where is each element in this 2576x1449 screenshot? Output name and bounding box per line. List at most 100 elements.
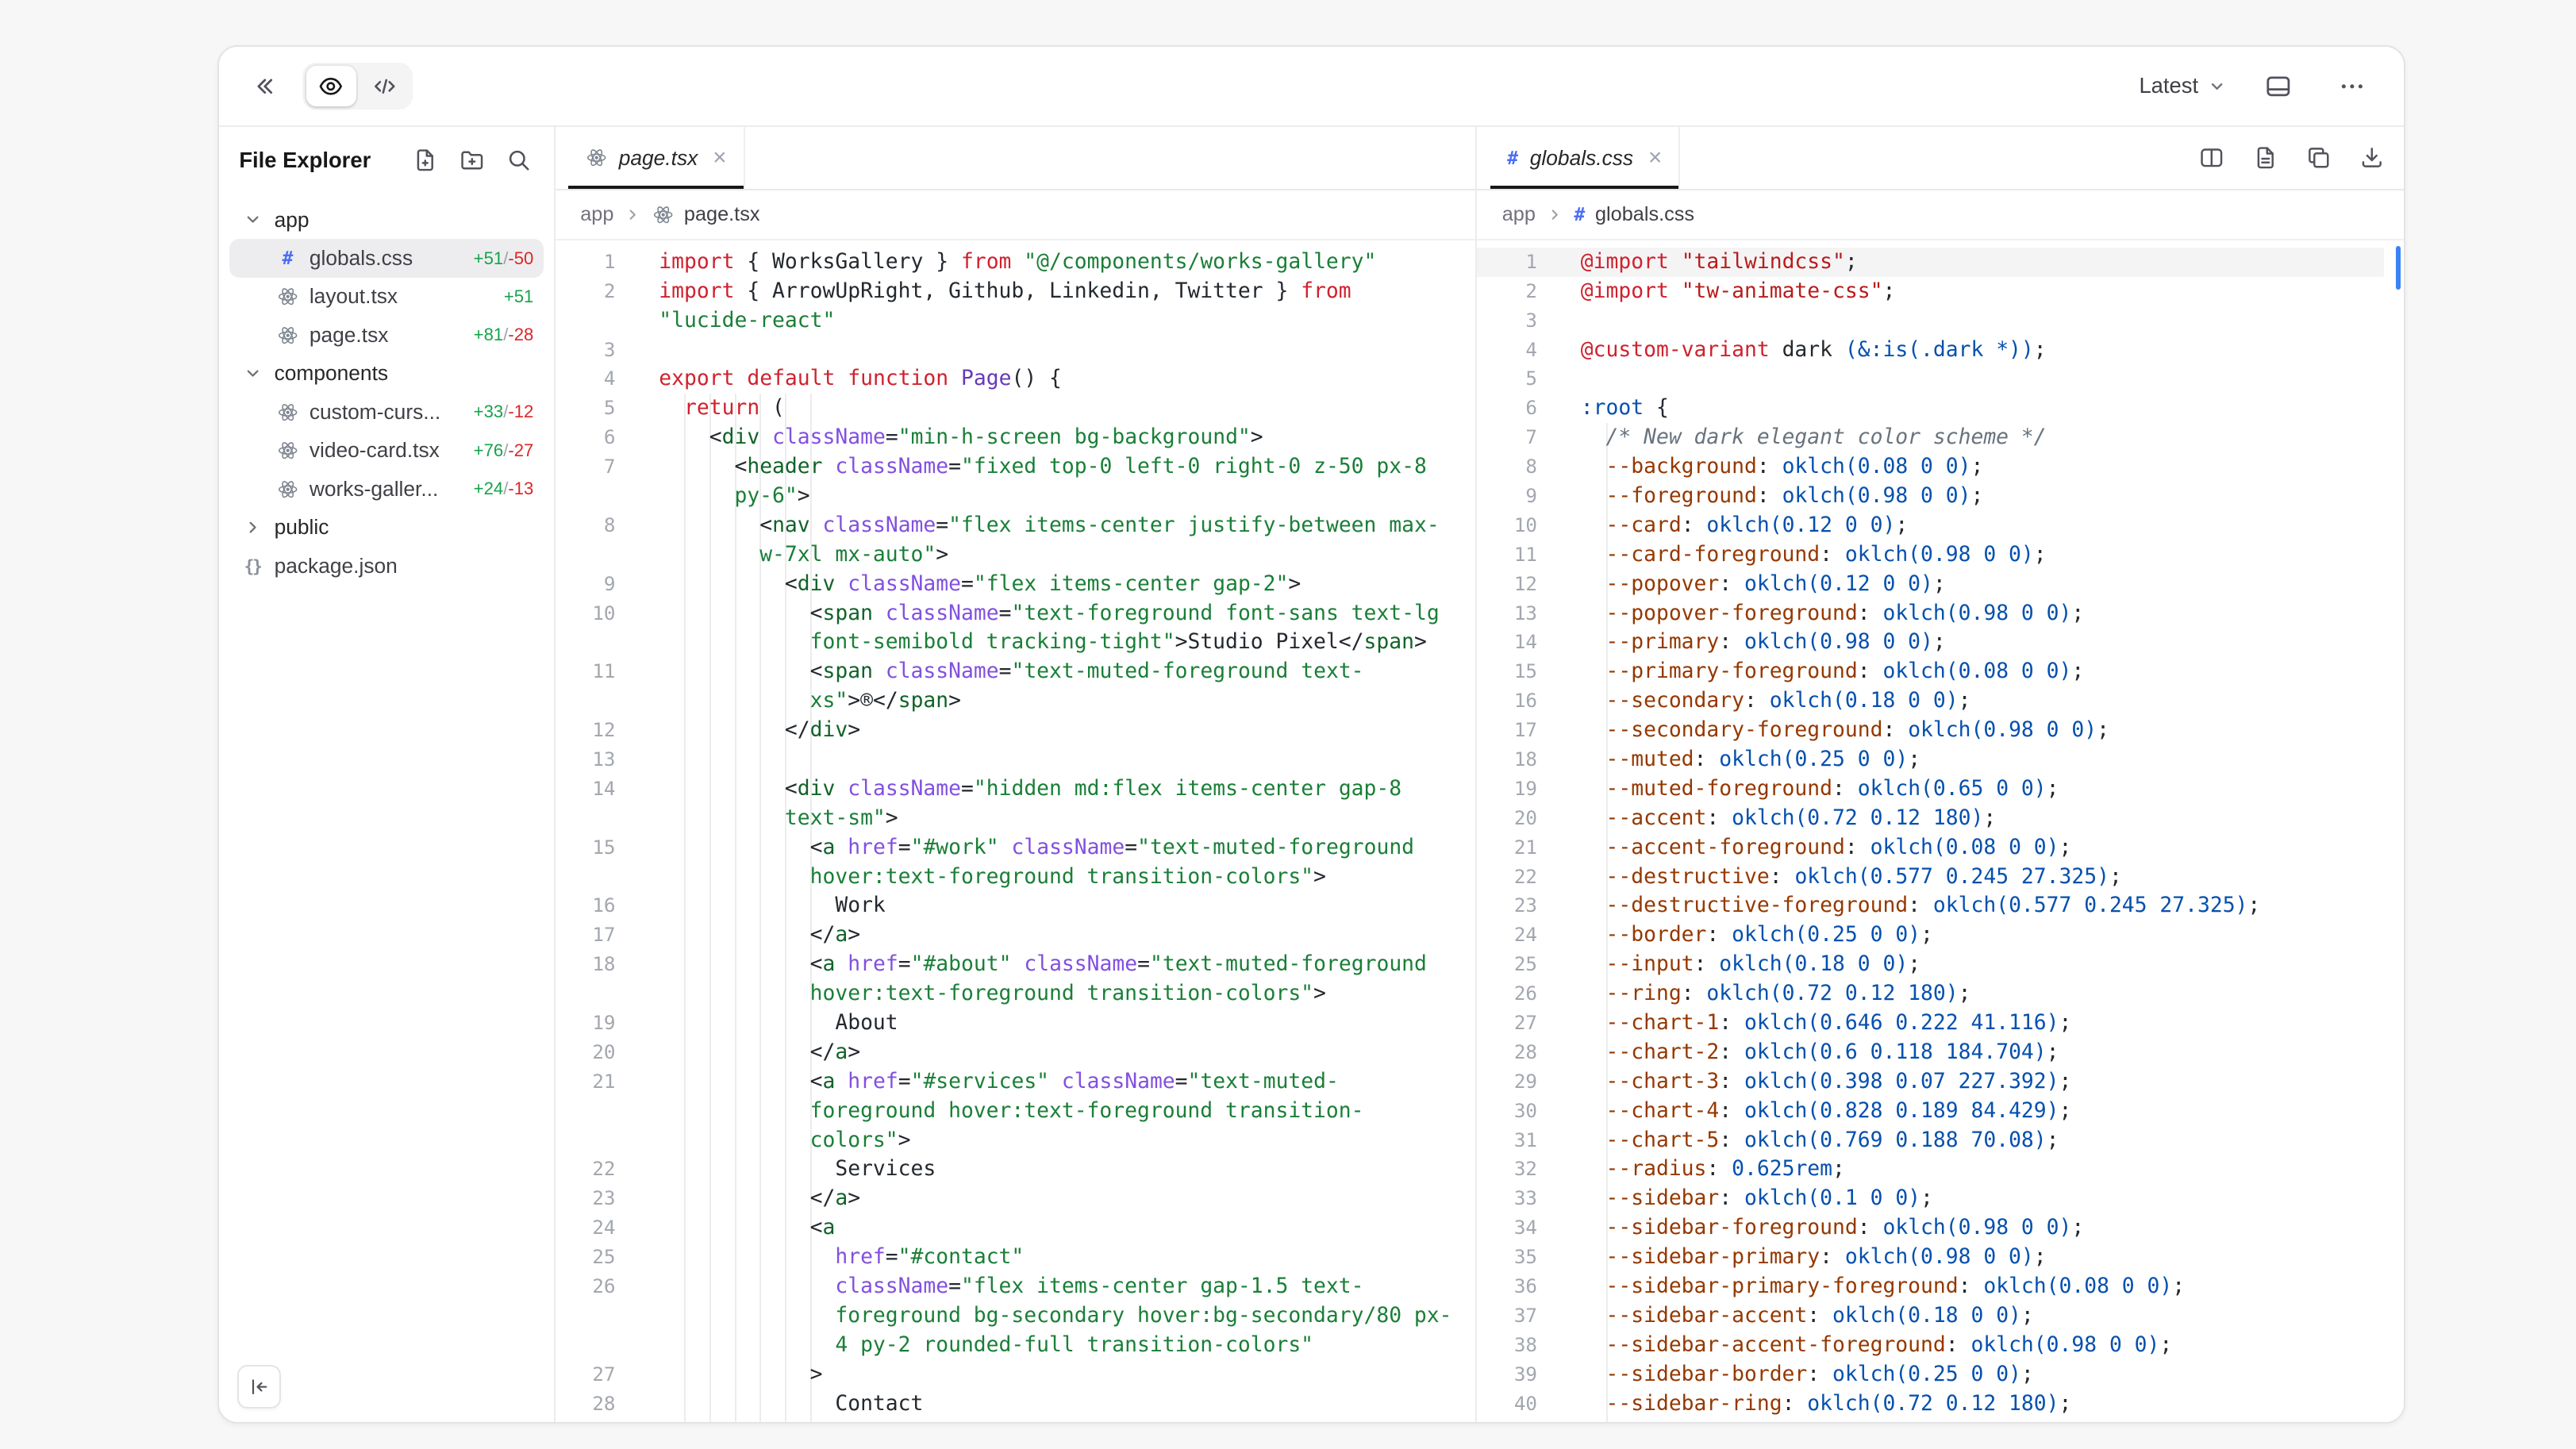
line-number: 10 bbox=[1477, 511, 1554, 540]
tree-item-public[interactable]: public bbox=[229, 509, 544, 547]
line-content: --border: oklch(0.25 0 0); bbox=[1554, 921, 2384, 950]
line-content: --accent-foreground: oklch(0.08 0 0); bbox=[1554, 833, 2384, 863]
line-content: --chart-3: oklch(0.398 0.07 227.392); bbox=[1554, 1067, 2384, 1097]
editor-pane-globals-css: # globals.css × bbox=[1475, 127, 2404, 1422]
code-line: 6:root { bbox=[1477, 394, 2384, 423]
line-number: 11 bbox=[556, 657, 632, 686]
line-content: :root { bbox=[1554, 394, 2384, 423]
close-icon[interactable]: × bbox=[713, 146, 726, 170]
line-content: > bbox=[632, 1360, 1455, 1389]
diff-stats: +33/-12 bbox=[474, 402, 544, 422]
code-area-globals-css[interactable]: 1@import "tailwindcss";2@import "tw-anim… bbox=[1477, 240, 2404, 1421]
tree-item-layout-tsx[interactable]: layout.tsx+51 bbox=[229, 278, 544, 316]
json-braces-icon: {} bbox=[236, 558, 269, 575]
app-card: Latest bbox=[217, 45, 2405, 1424]
tree-item-label: custom-curs... bbox=[310, 400, 440, 425]
code-line: 22--destructive: oklch(0.577 0.245 27.32… bbox=[1477, 863, 2384, 892]
code-line: 28--chart-2: oklch(0.6 0.118 184.704); bbox=[1477, 1038, 2384, 1067]
line-number: 31 bbox=[1477, 1126, 1554, 1155]
breadcrumb-file: page.tsx bbox=[684, 203, 760, 226]
tree-item-components[interactable]: components bbox=[229, 355, 544, 393]
line-number: 5 bbox=[1477, 364, 1554, 394]
line-content: --sidebar-ring: oklch(0.72 0.12 180); bbox=[1554, 1389, 2384, 1419]
code-line: 2import { ArrowUpRight, Github, Linkedin… bbox=[556, 277, 1455, 336]
react-icon bbox=[271, 325, 304, 346]
more-menu-button[interactable] bbox=[2331, 64, 2374, 108]
new-folder-button[interactable] bbox=[456, 145, 486, 175]
line-number: 8 bbox=[1477, 452, 1554, 482]
code-line: 29<ArrowUpRight className="w-4 h-4" /> bbox=[556, 1418, 1455, 1421]
tree-item-app[interactable]: app bbox=[229, 201, 544, 239]
code-line: 11<span className="text-muted-foreground… bbox=[556, 657, 1455, 716]
code-line: 13--popover-foreground: oklch(0.98 0 0); bbox=[1477, 599, 2384, 628]
line-content: Work bbox=[632, 891, 1455, 921]
tree-item-globals-css[interactable]: #globals.css+51/-50 bbox=[229, 239, 544, 277]
copy-button[interactable] bbox=[2304, 143, 2334, 173]
collapse-sidebar-button[interactable] bbox=[237, 1365, 281, 1409]
preview-toggle-button[interactable] bbox=[306, 66, 356, 106]
line-content: --ring: oklch(0.72 0.12 180); bbox=[1554, 979, 2384, 1009]
panel-bottom-icon bbox=[2265, 73, 2292, 100]
download-button[interactable] bbox=[2357, 143, 2387, 173]
line-number: 27 bbox=[1477, 1009, 1554, 1038]
line-number: 38 bbox=[1477, 1331, 1554, 1360]
collapse-panel-button[interactable] bbox=[243, 64, 286, 108]
version-dropdown-label: Latest bbox=[2139, 73, 2198, 98]
line-number: 14 bbox=[1477, 628, 1554, 657]
code-line: 33--sidebar: oklch(0.1 0 0); bbox=[1477, 1184, 2384, 1213]
code-toggle-button[interactable] bbox=[359, 66, 409, 106]
line-content: --popover-foreground: oklch(0.98 0 0); bbox=[1554, 599, 2384, 628]
line-content: <a href="#about" className="text-muted-f… bbox=[632, 950, 1455, 1009]
line-content: --primary: oklch(0.98 0 0); bbox=[1554, 628, 2384, 657]
open-file-button[interactable] bbox=[2250, 143, 2280, 173]
line-number: 25 bbox=[1477, 950, 1554, 979]
line-content: --sidebar-primary-foreground: oklch(0.08… bbox=[1554, 1272, 2384, 1301]
tab-page-tsx[interactable]: page.tsx × bbox=[568, 127, 744, 189]
line-number: 34 bbox=[1477, 1213, 1554, 1243]
tree-item-label: public bbox=[275, 515, 329, 540]
file-explorer-sidebar: File Explorer bbox=[219, 127, 554, 1422]
close-icon[interactable]: × bbox=[1648, 146, 1662, 170]
version-dropdown[interactable]: Latest bbox=[2139, 73, 2226, 98]
tree-item-video-card-tsx[interactable]: video-card.tsx+76/-27 bbox=[229, 432, 544, 470]
line-number: 5 bbox=[556, 394, 632, 423]
line-number: 9 bbox=[556, 570, 632, 599]
file-text-icon bbox=[2253, 145, 2278, 171]
code-area-page-tsx[interactable]: 1import { WorksGallery } from "@/compone… bbox=[556, 240, 1476, 1421]
code-line: 26className="flex items-center gap-1.5 t… bbox=[556, 1272, 1455, 1360]
breadcrumb-folder[interactable]: app bbox=[1502, 203, 1536, 226]
new-file-button[interactable] bbox=[409, 145, 440, 175]
line-content: Contact bbox=[632, 1389, 1455, 1419]
tree-item-label: page.tsx bbox=[310, 323, 389, 348]
tree-item-label: globals.css bbox=[310, 246, 413, 271]
code-line: 28Contact bbox=[556, 1389, 1455, 1419]
line-content: import { ArrowUpRight, Github, Linkedin,… bbox=[632, 277, 1455, 336]
line-content: --radius: 0.625rem; bbox=[1554, 1155, 2384, 1184]
react-icon bbox=[271, 440, 304, 461]
line-number: 29 bbox=[1477, 1067, 1554, 1097]
split-view-button[interactable] bbox=[2197, 143, 2227, 173]
code-line: 9<div className="flex items-center gap-2… bbox=[556, 570, 1455, 599]
breadcrumb-folder[interactable]: app bbox=[580, 203, 613, 226]
line-content: } bbox=[1554, 1418, 2384, 1421]
editor-pane-page-tsx: page.tsx × app page.tsx 1import { WorksG… bbox=[554, 127, 1476, 1422]
code-line: 5 bbox=[1477, 364, 2384, 394]
line-number: 36 bbox=[1477, 1272, 1554, 1301]
scrollbar-thumb[interactable] bbox=[2396, 246, 2401, 290]
line-number: 1 bbox=[556, 248, 632, 277]
tab-globals-css[interactable]: # globals.css × bbox=[1490, 127, 1680, 189]
line-number: 27 bbox=[556, 1360, 632, 1389]
code-line: 21<a href="#services" className="text-mu… bbox=[556, 1067, 1455, 1155]
file-explorer-header: File Explorer bbox=[219, 127, 554, 194]
line-number: 4 bbox=[556, 364, 632, 394]
tree-item-page-tsx[interactable]: page.tsx+81/-28 bbox=[229, 316, 544, 354]
tree-item-works-galler[interactable]: works-galler...+24/-13 bbox=[229, 470, 544, 508]
tree-item-package-json[interactable]: {}package.json bbox=[229, 547, 544, 585]
search-button[interactable] bbox=[503, 145, 533, 175]
tree-item-custom-curs[interactable]: custom-curs... +33/-12 bbox=[229, 393, 544, 431]
code-line: 10--card: oklch(0.12 0 0); bbox=[1477, 511, 2384, 540]
panel-bottom-button[interactable] bbox=[2257, 64, 2301, 108]
line-content: </div> bbox=[632, 716, 1455, 745]
code-line: 12--popover: oklch(0.12 0 0); bbox=[1477, 570, 2384, 599]
line-content: <span className="text-foreground font-sa… bbox=[632, 599, 1455, 658]
